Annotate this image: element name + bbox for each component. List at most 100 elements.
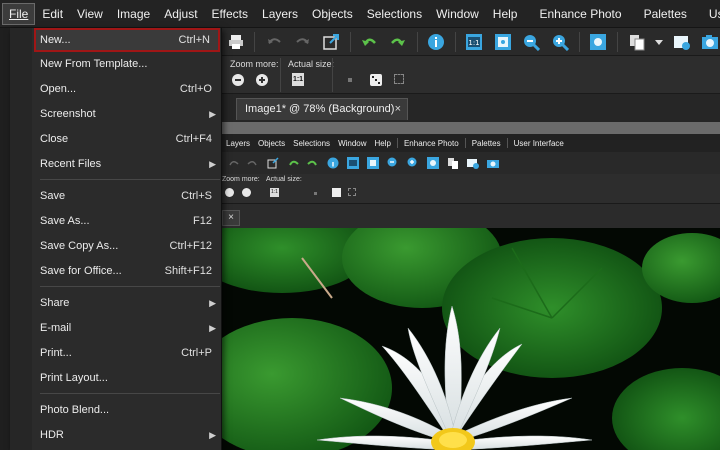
submenu-arrow-icon: ▶ — [209, 430, 216, 440]
file-menu-dropdown: New... Ctrl+N New From Template... Open.… — [10, 28, 222, 450]
menu-item-share[interactable]: Share ▶ — [10, 291, 222, 315]
undo-disabled-icon[interactable] — [264, 31, 283, 53]
menu-layers[interactable]: Layers — [255, 0, 305, 28]
svg-text:1:1: 1:1 — [469, 39, 480, 47]
inner-zoom-fit-icon — [426, 156, 440, 170]
inner-menu-help: Help — [374, 138, 391, 148]
menu-edit[interactable]: Edit — [35, 0, 70, 28]
menu-item-recent-files[interactable]: Recent Files ▶ — [10, 152, 222, 176]
menu-effects[interactable]: Effects — [205, 0, 255, 28]
menu-item-screenshot[interactable]: Screenshot ▶ — [10, 102, 222, 126]
undo-icon[interactable] — [360, 31, 379, 53]
menu-item-label: Save As... — [40, 215, 90, 227]
menu-item-print-layout[interactable]: Print Layout... — [10, 366, 222, 390]
menu-item-hdr[interactable]: HDR ▶ — [10, 423, 222, 447]
options-separator — [332, 58, 333, 92]
inner-undo-disabled-icon — [226, 156, 240, 170]
menu-bar: File Edit View Image Adjust Effects Laye… — [0, 0, 720, 28]
redo-disabled-icon[interactable] — [293, 31, 312, 53]
inner-menu-objects: Objects — [258, 138, 286, 148]
close-tab-icon[interactable]: × — [395, 99, 401, 119]
menu-item-save[interactable]: Save Ctrl+S — [10, 184, 222, 208]
menu-item-save-as[interactable]: Save As... F12 — [10, 209, 222, 233]
inner-zoom-out-icon — [386, 156, 400, 170]
menu-item-email[interactable]: E-mail ▶ — [10, 316, 222, 340]
submenu-arrow-icon: ▶ — [209, 159, 216, 169]
zoom-out-icon[interactable] — [522, 31, 541, 53]
submenu-arrow-icon: ▶ — [209, 298, 216, 308]
menu-item-shortcut: Shift+F12 — [164, 265, 212, 277]
inner-menu-window: Window — [338, 138, 367, 148]
menu-item-label: Save Copy As... — [40, 240, 119, 252]
canvas-image-content: Layers Objects Selections Window Help En… — [222, 134, 720, 450]
menu-separator — [40, 393, 220, 394]
toolbar-separator — [616, 31, 618, 52]
menu-selections[interactable]: Selections — [360, 0, 429, 28]
menu-file-label: File — [9, 6, 29, 21]
inner-zoom-out-button — [225, 188, 234, 197]
menu-item-shortcut: Ctrl+S — [181, 190, 212, 202]
menu-adjust[interactable]: Adjust — [157, 0, 204, 28]
option-dot-icon[interactable] — [348, 78, 352, 82]
menu-item-photo-blend[interactable]: Photo Blend... — [10, 398, 222, 422]
inner-actual-size-icon — [346, 156, 360, 170]
actual-size-icon[interactable]: 1:1 — [465, 31, 484, 53]
menu-view[interactable]: View — [70, 0, 110, 28]
menu-palettes[interactable]: Palettes — [637, 0, 694, 28]
menu-item-new[interactable]: New... Ctrl+N — [34, 28, 220, 52]
menu-file[interactable]: File — [2, 2, 36, 25]
redo-icon[interactable] — [388, 31, 407, 53]
document-tab[interactable]: Image1* @ 78% (Background) × — [236, 98, 408, 120]
menu-separator — [40, 179, 220, 180]
menu-item-label: HDR — [40, 429, 64, 441]
fit-window-icon[interactable] — [493, 31, 512, 53]
resize-icon[interactable] — [321, 31, 340, 53]
inner-menu-selections: Selections — [293, 138, 331, 148]
inner-option-dot-icon — [314, 192, 317, 195]
menu-item-print[interactable]: Print... Ctrl+P — [10, 341, 222, 365]
image-settings-icon[interactable] — [672, 31, 691, 53]
copy-icon[interactable] — [627, 31, 646, 53]
menu-item-shortcut: Ctrl+P — [181, 347, 212, 359]
zoom-in-button[interactable] — [256, 74, 268, 86]
options-separator — [280, 58, 281, 92]
menu-item-label: Print Layout... — [40, 372, 108, 384]
zoom-fit-icon[interactable] — [588, 31, 607, 53]
toolbar-separator — [578, 31, 580, 52]
menu-item-label: Photo Blend... — [40, 404, 110, 416]
menu-enhance-photo[interactable]: Enhance Photo — [532, 0, 628, 28]
menu-item-open[interactable]: Open... Ctrl+O — [10, 77, 222, 101]
inner-info-icon — [326, 156, 340, 170]
menu-user-interface[interactable]: User Interface — [702, 0, 720, 28]
dropdown-arrow-icon[interactable] — [655, 31, 664, 53]
menu-item-close[interactable]: Close Ctrl+F4 — [10, 127, 222, 151]
inner-redo-disabled-icon — [246, 156, 260, 170]
menu-item-save-for-office[interactable]: Save for Office... Shift+F12 — [10, 259, 222, 283]
dice-icon[interactable] — [370, 74, 382, 86]
actual-size-button[interactable]: 1:1 — [292, 73, 304, 86]
print-icon[interactable] — [226, 31, 245, 53]
grid-icon[interactable] — [394, 74, 404, 84]
menu-window[interactable]: Window — [429, 0, 486, 28]
inner-fit-window-icon — [366, 156, 380, 170]
zoom-out-button[interactable] — [232, 74, 244, 86]
menu-image[interactable]: Image — [110, 0, 157, 28]
inner-menu-separator — [464, 138, 466, 148]
inner-camera-icon — [486, 156, 500, 170]
submenu-arrow-icon: ▶ — [209, 323, 216, 333]
camera-icon[interactable] — [701, 31, 720, 53]
zoom-in-icon[interactable] — [550, 31, 569, 53]
menu-item-label: Print... — [40, 347, 72, 359]
info-icon[interactable] — [426, 31, 445, 53]
menu-objects[interactable]: Objects — [305, 0, 360, 28]
menu-item-label: E-mail — [40, 322, 72, 334]
zoom-more-label: Zoom more: — [230, 59, 279, 69]
inner-menu-bar: Layers Objects Selections Window Help En… — [222, 134, 720, 152]
inner-close-tab-icon: × — [222, 210, 240, 226]
canvas-border — [222, 122, 720, 134]
toolbar-separator — [454, 31, 456, 52]
menu-item-save-copy-as[interactable]: Save Copy As... Ctrl+F12 — [10, 234, 222, 258]
menu-help[interactable]: Help — [486, 0, 525, 28]
tool-options-bar: Zoom more: Actual size: 1:1 — [222, 56, 720, 94]
menu-item-new-from-template[interactable]: New From Template... — [10, 52, 222, 76]
